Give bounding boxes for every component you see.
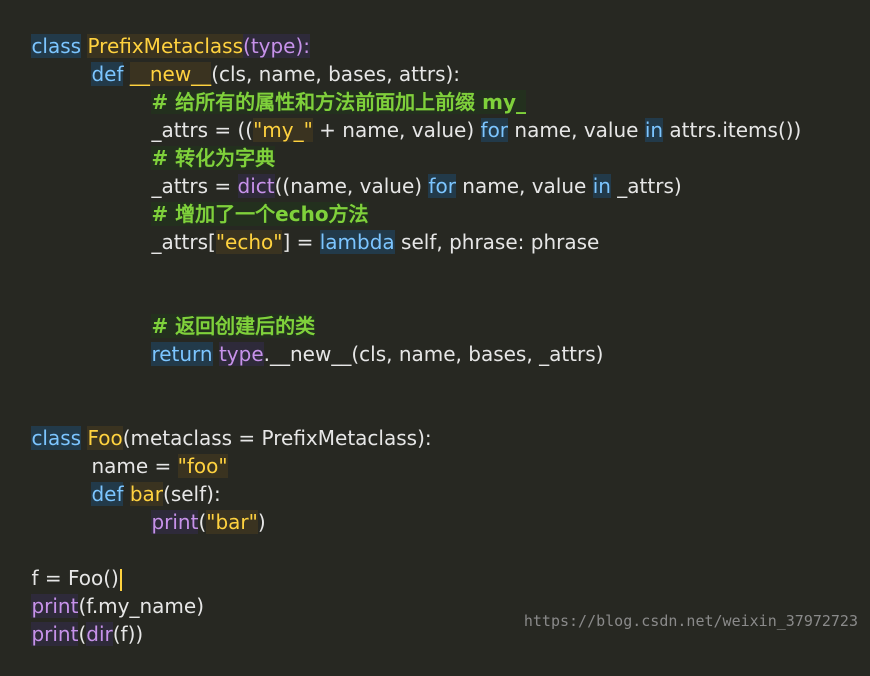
code-line-13: def bar(self):	[66, 452, 221, 506]
string-literal: "bar"	[206, 510, 258, 534]
builtin-dir: dir	[86, 622, 113, 646]
keyword-def: def	[91, 482, 124, 506]
keyword-return: return	[151, 342, 213, 366]
keyword-in: in	[644, 118, 664, 142]
code-text: name, value	[455, 174, 593, 198]
code-text: ] =	[282, 230, 320, 254]
code-line-5: # 转化为字典	[126, 116, 276, 170]
code-line-10: return type.__new__(cls, name, bases, _a…	[126, 312, 603, 366]
keyword-in: in	[592, 174, 611, 198]
code-line-14: print("bar")	[126, 480, 266, 534]
code-line-16: print(f.my_name)	[6, 564, 204, 618]
code-text: self, phrase: phrase	[394, 230, 600, 254]
builtin-print: print	[151, 510, 199, 534]
code-line-6: _attrs = dict((name, value) for name, va…	[126, 144, 682, 198]
code-line-7: # 增加了一个echo方法	[126, 172, 369, 226]
code-text: _attrs)	[610, 174, 682, 198]
code-text: attrs.items())	[663, 118, 802, 142]
code-line-9: # 返回创建后的类	[126, 284, 316, 338]
code-text: name, value	[508, 118, 645, 142]
code-line-2: def __new__(cls, name, bases, attrs):	[66, 32, 460, 86]
code-line-8: _attrs["echo"] = lambda self, phrase: ph…	[126, 200, 599, 254]
code-line-17: print(dir(f))	[6, 592, 143, 646]
keyword-lambda: lambda	[319, 230, 395, 254]
code-line-4: _attrs = (("my_" + name, value) for name…	[126, 88, 801, 142]
code-line-1: class PrefixMetaclass(type):	[6, 4, 311, 58]
string-literal: "echo"	[215, 230, 283, 254]
code-text: (f))	[112, 622, 144, 646]
builtin-print: print	[31, 622, 79, 646]
code-line-3: # 给所有的属性和方法前面加上前缀 my_	[126, 60, 526, 114]
paren: )	[257, 510, 266, 534]
code-line-11: class Foo(metaclass = PrefixMetaclass):	[6, 396, 432, 450]
code-text: .__new__(cls, name, bases, _attrs)	[263, 342, 604, 366]
code-line-12: name = "foo"	[66, 424, 228, 478]
keyword-def: def	[91, 62, 124, 86]
watermark-text: https://blog.csdn.net/weixin_37972723	[523, 612, 858, 630]
code-line-15: f = Foo()	[6, 536, 122, 591]
code-text: _attrs[	[151, 230, 216, 254]
builtin-type: type	[218, 342, 264, 366]
code-editor[interactable]: class PrefixMetaclass(type): def __new__…	[0, 0, 870, 646]
keyword-for: for	[480, 118, 509, 142]
code-text: + name, value)	[312, 118, 481, 142]
keyword-for: for	[428, 174, 456, 198]
